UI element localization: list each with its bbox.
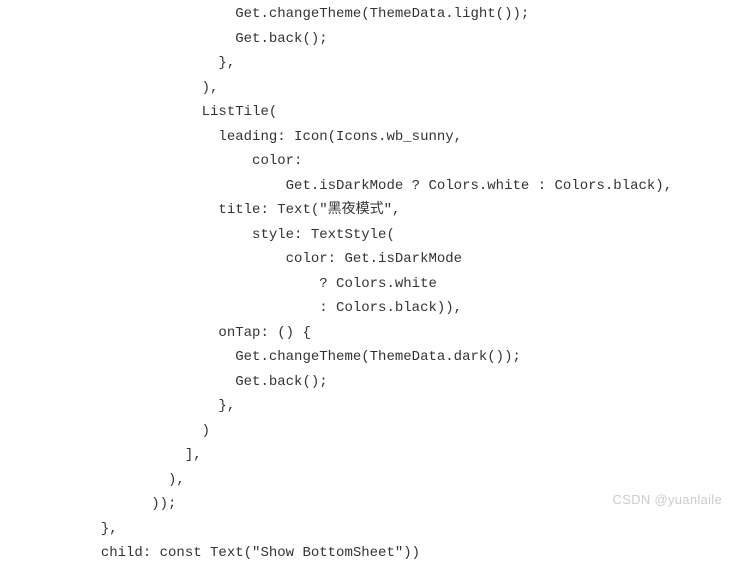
code-line: child: const Text("Show BottomSheet")) [0,541,734,566]
code-line: onTap: () { [0,321,734,346]
code-line: }, [0,517,734,542]
code-line: ], [0,443,734,468]
code-line: Get.back(); [0,370,734,395]
code-line: color: [0,149,734,174]
code-block: Get.changeTheme(ThemeData.light()); Get.… [0,2,734,566]
code-line: Get.back(); [0,27,734,52]
code-line: style: TextStyle( [0,223,734,248]
code-line: }, [0,394,734,419]
code-line: Get.isDarkMode ? Colors.white : Colors.b… [0,174,734,199]
code-line: : Colors.black)), [0,296,734,321]
code-line: )); [0,492,734,517]
code-line: ), [0,76,734,101]
code-line: color: Get.isDarkMode [0,247,734,272]
code-line: }, [0,51,734,76]
code-line: leading: Icon(Icons.wb_sunny, [0,125,734,150]
code-line: ListTile( [0,100,734,125]
code-line: ), [0,468,734,493]
code-line: Get.changeTheme(ThemeData.light()); [0,2,734,27]
code-line: ) [0,419,734,444]
code-line: ? Colors.white [0,272,734,297]
code-line: title: Text("黑夜模式", [0,198,734,223]
code-line: Get.changeTheme(ThemeData.dark()); [0,345,734,370]
